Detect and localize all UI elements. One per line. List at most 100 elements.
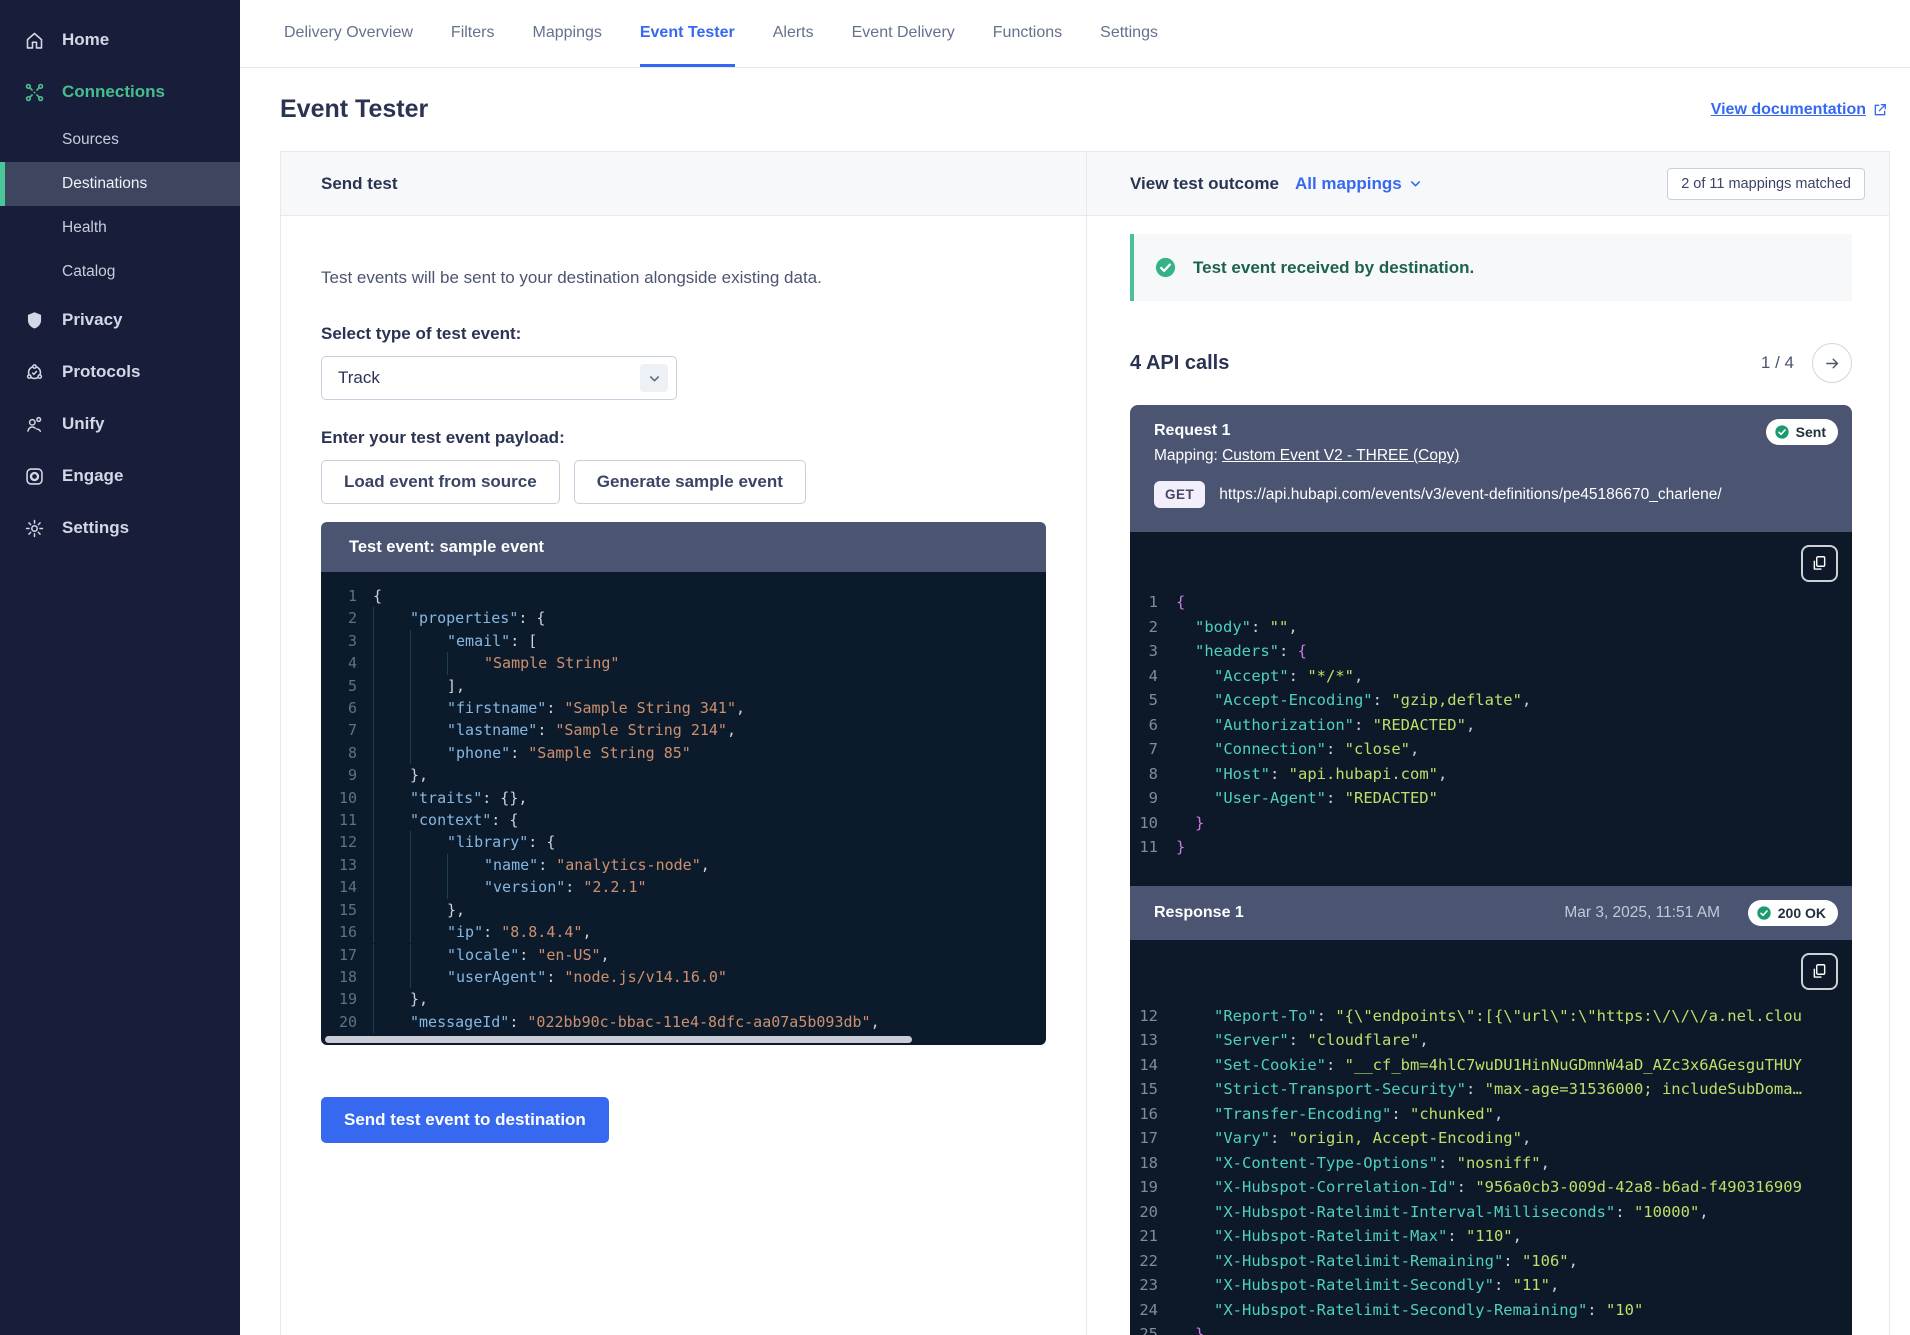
generate-sample-event-button[interactable]: Generate sample event [574, 460, 806, 504]
line-number: 12 [321, 831, 373, 853]
code-line: 11"context": { [321, 809, 1046, 831]
code-line: 7"lastname": "Sample String 214", [321, 719, 1046, 741]
payload-editor-code[interactable]: 1{2"properties": {3"email": [4"Sample St… [321, 572, 1046, 1033]
response-code-block: 12"Report-To": "{\"endpoints\":[{\"url\"… [1130, 940, 1852, 1335]
line-number: 13 [321, 854, 373, 876]
sidebar: HomeConnectionsSourcesDestinations Health… [0, 0, 240, 1335]
line-number: 4 [1130, 664, 1176, 689]
code-line: 5"Accept-Encoding": "gzip,deflate", [1130, 688, 1852, 713]
app-window: HomeConnectionsSourcesDestinations Health… [0, 0, 1910, 1335]
copy-response-button[interactable] [1801, 953, 1838, 990]
payload-editor-header: Test event: sample event [321, 522, 1046, 572]
sidebar-item-settings[interactable]: Settings [0, 502, 240, 554]
line-number: 5 [321, 675, 373, 697]
check-circle-icon [1774, 424, 1790, 440]
sidebar-item-connections[interactable]: Connections [0, 66, 240, 118]
sidebar-item-privacy[interactable]: Privacy [0, 294, 240, 346]
tab-alerts[interactable]: Alerts [773, 0, 814, 67]
line-number: 19 [321, 988, 373, 1010]
check-circle-icon [1756, 905, 1772, 921]
sidebar-item-label: Health [62, 219, 107, 237]
copy-icon [1810, 962, 1829, 981]
next-api-call-button[interactable] [1812, 343, 1852, 383]
sidebar-item-health[interactable]: Health [0, 206, 240, 250]
api-calls-title: 4 API calls [1130, 352, 1761, 375]
success-alert: Test event received by destination. [1130, 234, 1852, 301]
response-status-badge: 200 OK [1748, 900, 1838, 926]
event-type-select[interactable]: Track [321, 356, 677, 400]
tab-functions[interactable]: Functions [993, 0, 1062, 67]
code-line: 9"User-Agent": "REDACTED" [1130, 786, 1852, 811]
line-number: 16 [321, 921, 373, 943]
sidebar-item-engage[interactable]: Engage [0, 450, 240, 502]
mapping-link[interactable]: Custom Event V2 - THREE (Copy) [1222, 447, 1459, 464]
code-line: 6"Authorization": "REDACTED", [1130, 713, 1852, 738]
tab-filters[interactable]: Filters [451, 0, 495, 67]
copy-icon [1810, 554, 1829, 573]
api-call-card: Request 1 Mapping: Custom Event V2 - THR… [1130, 405, 1852, 1335]
line-number: 16 [1130, 1102, 1176, 1127]
line-number: 23 [1130, 1273, 1176, 1298]
code-line: 24"X-Hubspot-Ratelimit-Secondly-Remainin… [1130, 1298, 1852, 1323]
connections-icon [24, 82, 45, 103]
sidebar-item-protocols[interactable]: Protocols [0, 346, 240, 398]
copy-request-button[interactable] [1801, 545, 1838, 582]
code-line: 20"X-Hubspot-Ratelimit-Interval-Millisec… [1130, 1200, 1852, 1225]
line-number: 15 [1130, 1077, 1176, 1102]
code-line: 12"Report-To": "{\"endpoints\":[{\"url\"… [1130, 1004, 1852, 1029]
mappings-filter-dropdown[interactable]: All mappings [1295, 174, 1423, 194]
line-number: 2 [321, 607, 373, 629]
code-line: 14"Set-Cookie": "__cf_bm=4hlC7wuDU1HinNu… [1130, 1053, 1852, 1078]
request-code-block: 1{2"body": "",3"headers": {4"Accept": "*… [1130, 532, 1852, 886]
main-area: Delivery OverviewFiltersMappingsEvent Te… [240, 0, 1910, 1335]
send-test-panel-header: Send test [281, 152, 1086, 216]
test-outcome-header: View test outcome All mappings 2 of 11 m… [1087, 152, 1889, 216]
code-line: 23"X-Hubspot-Ratelimit-Secondly": "11", [1130, 1273, 1852, 1298]
code-line: 1{ [321, 585, 1046, 607]
protocols-icon [24, 362, 45, 383]
event-tester-content: Send test Test events will be sent to yo… [280, 151, 1890, 1335]
page-header: Event Tester View documentation [240, 68, 1910, 151]
sidebar-item-unify[interactable]: Unify [0, 398, 240, 450]
line-number: 18 [321, 966, 373, 988]
line-number: 13 [1130, 1028, 1176, 1053]
line-number: 8 [1130, 762, 1176, 787]
line-number: 5 [1130, 688, 1176, 713]
code-line: 4"Accept": "*/*", [1130, 664, 1852, 689]
sidebar-item-label: Unify [62, 414, 105, 434]
send-test-description: Test events will be sent to your destina… [321, 268, 1046, 288]
line-number: 20 [321, 1011, 373, 1033]
tab-event-tester[interactable]: Event Tester [640, 0, 735, 67]
code-line: 17"Vary": "origin, Accept-Encoding", [1130, 1126, 1852, 1151]
test-outcome-panel: View test outcome All mappings 2 of 11 m… [1087, 152, 1889, 1335]
editor-horizontal-scrollbar[interactable] [321, 1033, 1046, 1045]
code-line: 11} [1130, 835, 1852, 860]
sidebar-item-home[interactable]: Home [0, 14, 240, 66]
tab-delivery-overview[interactable]: Delivery Overview [284, 0, 413, 67]
send-test-body: Test events will be sent to your destina… [281, 216, 1086, 1143]
line-number: 12 [1130, 1004, 1176, 1029]
send-test-event-button[interactable]: Send test event to destination [321, 1097, 609, 1143]
line-number: 21 [1130, 1224, 1176, 1249]
request-header: Request 1 Mapping: Custom Event V2 - THR… [1130, 405, 1852, 532]
tab-mappings[interactable]: Mappings [532, 0, 601, 67]
line-number: 9 [321, 764, 373, 786]
sidebar-item-catalog[interactable]: Catalog [0, 250, 240, 294]
sidebar-item-label: Settings [62, 518, 129, 538]
code-line: 21"X-Hubspot-Ratelimit-Max": "110", [1130, 1224, 1852, 1249]
load-event-from-source-button[interactable]: Load event from source [321, 460, 560, 504]
line-number: 17 [321, 944, 373, 966]
unify-icon [24, 414, 45, 435]
line-number: 20 [1130, 1200, 1176, 1225]
tab-settings[interactable]: Settings [1100, 0, 1158, 67]
line-number: 14 [1130, 1053, 1176, 1078]
request-url-row: GET https://api.hubapi.com/events/v3/eve… [1154, 481, 1828, 508]
view-documentation-link[interactable]: View documentation [1711, 101, 1888, 119]
tab-event-delivery[interactable]: Event Delivery [852, 0, 955, 67]
http-method-chip: GET [1154, 481, 1205, 508]
sidebar-item-destinations[interactable]: Destinations [0, 162, 240, 206]
scrollbar-thumb[interactable] [325, 1036, 912, 1043]
request-status-label: Sent [1796, 424, 1826, 440]
sidebar-item-sources[interactable]: Sources [0, 118, 240, 162]
code-line: 8"phone": "Sample String 85" [321, 742, 1046, 764]
